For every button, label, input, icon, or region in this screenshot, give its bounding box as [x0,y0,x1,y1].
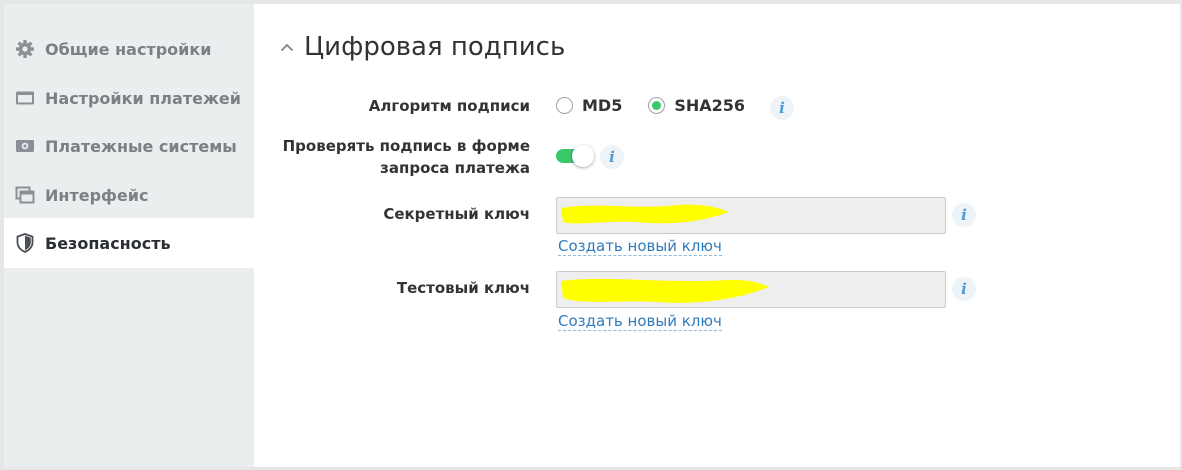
sidebar-item-general[interactable]: Общие настройки [4,24,254,74]
section-title: Цифровая подпись [304,32,566,62]
verify-signature-label-line1: Проверять подпись в форме [282,137,530,155]
secret-key-input[interactable] [557,198,945,233]
radio-md5[interactable]: MD5 [556,96,622,115]
gear-icon [14,38,36,60]
radio-sha256[interactable]: SHA256 [648,96,745,115]
sidebar-item-payment-systems[interactable]: Платежные системы [4,121,254,171]
radio-sha256-circle[interactable] [648,97,666,114]
chevron-up-icon[interactable] [278,38,296,56]
settings-panel: Общие настройки Настройки платежей Плате… [4,4,1180,467]
secret-key-info-icon[interactable]: i [952,203,976,227]
sidebar-item-interface[interactable]: Интерфейс [4,170,254,220]
verify-signature-label-line2: запроса платежа [380,159,530,177]
sidebar-item-label: Интерфейс [45,185,149,205]
algorithm-radio-group: MD5 SHA256 [556,96,771,115]
sidebar-item-payment-settings[interactable]: Настройки платежей [4,73,254,123]
sidebar-item-label: Общие настройки [45,39,212,59]
test-key-label: Тестовый ключ [396,279,530,297]
toggle-knob [572,145,594,167]
sidebar-item-label: Безопасность [45,233,171,253]
settings-content: Цифровая подпись Алгоритм подписи MD5 SH… [254,4,1180,467]
sidebar-item-label: Настройки платежей [45,88,241,108]
verify-signature-label: Проверять подпись в форме запроса платеж… [270,135,530,179]
test-key-info-icon[interactable]: i [952,277,976,301]
section-header[interactable]: Цифровая подпись [278,32,565,62]
create-test-key-link[interactable]: Создать новый ключ [558,312,722,331]
secret-key-field[interactable] [556,197,946,234]
algorithm-label: Алгоритм подписи [368,97,530,115]
radio-md5-circle[interactable] [556,97,573,114]
sidebar-item-security[interactable]: Безопасность [4,218,254,268]
window-icon [14,184,36,206]
test-key-input[interactable] [557,272,945,307]
secret-key-label: Секретный ключ [383,205,530,223]
algorithm-info-icon[interactable]: i [770,96,794,120]
settings-sidebar: Общие настройки Настройки платежей Плате… [4,4,254,467]
card-icon [14,87,36,109]
radio-md5-label: MD5 [582,96,623,115]
verify-signature-toggle[interactable] [556,145,594,167]
verify-signature-info-icon[interactable]: i [600,145,624,169]
cash-icon [14,135,36,157]
test-key-field[interactable] [556,271,946,308]
create-secret-key-link[interactable]: Создать новый ключ [558,237,722,256]
radio-sha256-label: SHA256 [674,96,746,115]
shield-icon [14,232,36,254]
sidebar-item-label: Платежные системы [45,136,237,156]
